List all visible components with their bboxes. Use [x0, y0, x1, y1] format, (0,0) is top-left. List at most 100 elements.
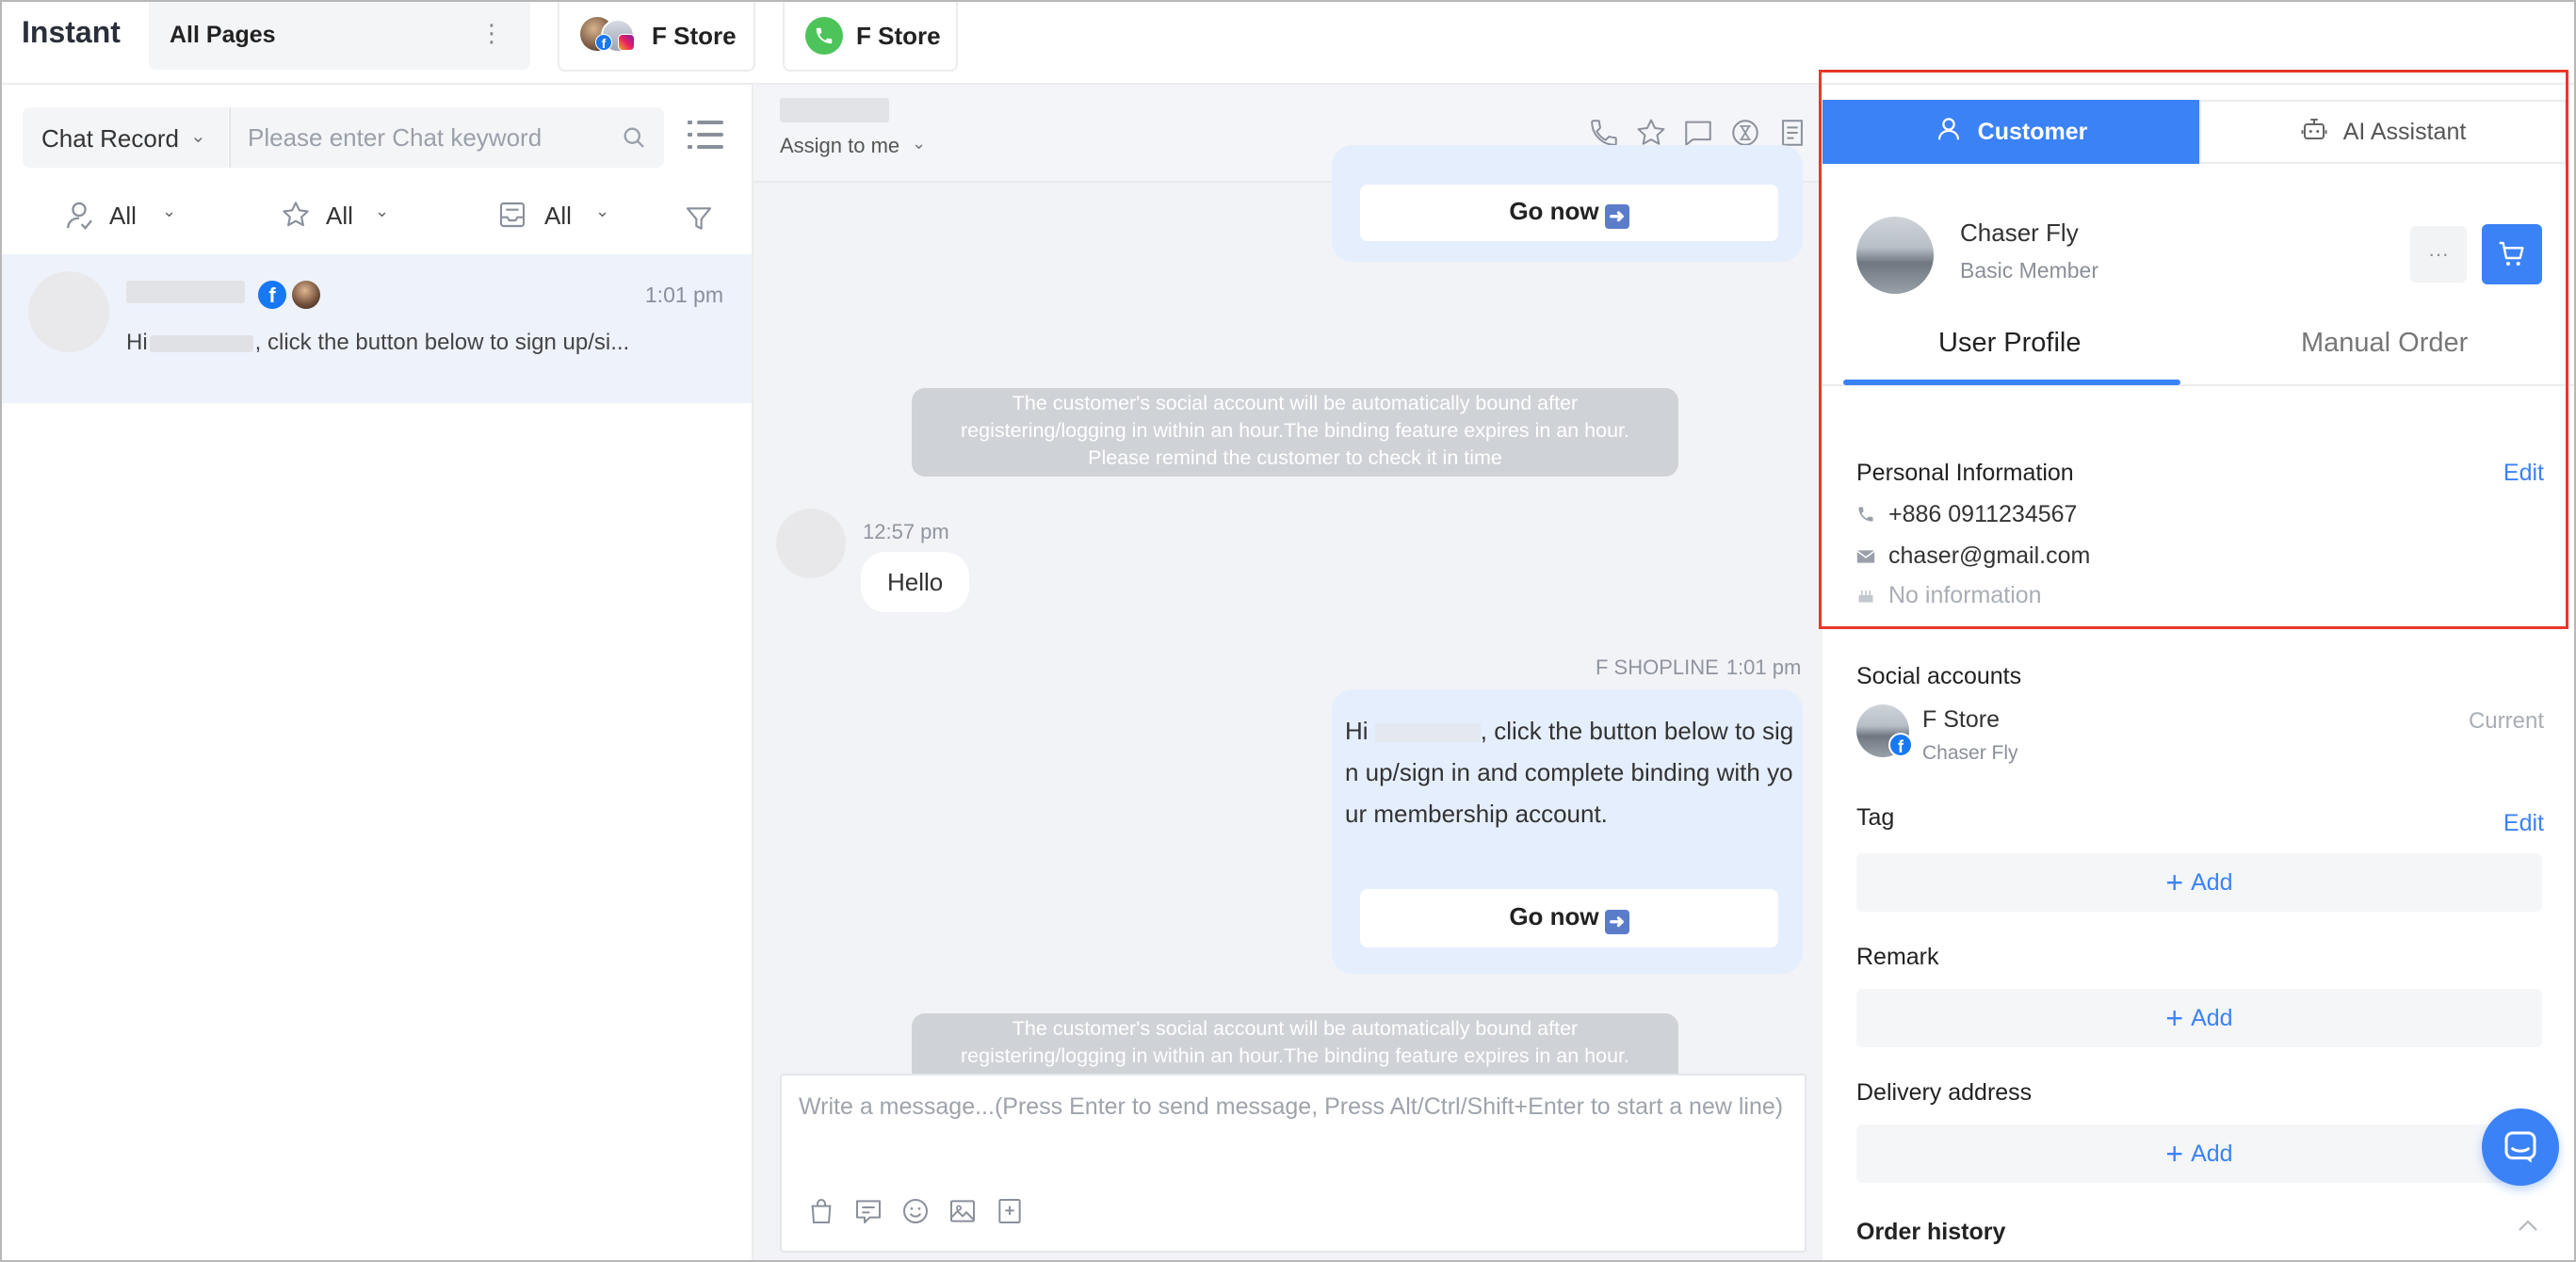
preview-suffix: , click the button below to sign up/si..…	[254, 330, 630, 355]
add-label: Add	[2191, 868, 2233, 896]
store-tab-label: F Store	[856, 22, 941, 50]
bookmark-icon[interactable]	[995, 1196, 1025, 1231]
phone-icon	[1856, 503, 1877, 530]
message-text: ur membership account.	[1345, 800, 1608, 828]
cart-button[interactable]	[2482, 224, 2542, 284]
tab-label: AI Assistant	[2342, 118, 2467, 145]
customer-details: Chaser Fly Basic Member ··· User Profile…	[1823, 183, 2574, 1260]
chat-support-button[interactable]	[2482, 1108, 2559, 1186]
system-note-line: registering/logging in within an hour.Th…	[961, 419, 1629, 442]
message-text: n up/sign in and complete binding with y…	[1345, 758, 1793, 786]
list-view-icon[interactable]	[688, 119, 723, 155]
bag-icon[interactable]	[806, 1196, 836, 1231]
social-account-name: Chaser Fly	[1922, 742, 2018, 764]
birthday-row: No information	[1856, 582, 2042, 611]
go-now-button[interactable]: Go now ➜	[1360, 889, 1778, 947]
customer-name-redacted	[126, 281, 245, 303]
more-vertical-icon[interactable]: ⋮	[479, 19, 504, 48]
plus-icon: +	[2165, 1136, 2184, 1171]
tab-customer[interactable]: Customer	[1823, 100, 2199, 164]
chevron-up-icon[interactable]	[2518, 1219, 2538, 1237]
inbox-icon	[497, 200, 527, 235]
search-icon[interactable]	[621, 124, 647, 155]
facebook-icon: f	[1888, 733, 1913, 757]
panel-tabs: Customer AI Assistant	[1823, 100, 2567, 164]
add-label: Add	[2191, 1004, 2233, 1031]
profile-subtabs: User Profile Manual Order	[1823, 315, 2574, 386]
conversation-sidebar: Chat Record ⌄ All ⌄ All	[2, 85, 753, 1260]
avatar	[1856, 217, 1934, 294]
image-icon[interactable]	[948, 1196, 978, 1231]
chevron-down-icon: ⌄	[162, 202, 177, 220]
system-note-line: The customer's social account will be au…	[1012, 1017, 1579, 1040]
page-selector[interactable]: All Pages ⋮	[149, 2, 530, 70]
chevron-down-icon[interactable]: ⌄	[912, 134, 926, 154]
section-heading: Delivery address	[1856, 1079, 2033, 1106]
membership-level: Basic Member	[1960, 258, 2098, 283]
store-tab-whatsapp[interactable]: F Store	[783, 2, 958, 72]
tab-user-profile[interactable]: User Profile	[1938, 328, 2082, 359]
email-value: chaser@gmail.com	[1888, 542, 2091, 569]
whatsapp-icon	[805, 17, 843, 55]
store-tab-label: F Store	[652, 22, 737, 50]
tab-manual-order[interactable]: Manual Order	[2301, 328, 2468, 359]
section-heading: Social accounts	[1856, 663, 2022, 689]
store-tab-facebook-instagram[interactable]: f F Store	[558, 2, 755, 72]
active-tab-indicator	[1843, 380, 2180, 385]
add-delivery-address-button[interactable]: + Add	[1856, 1124, 2542, 1183]
chevron-down-icon: ⌄	[595, 202, 610, 220]
message-composer	[780, 1074, 1806, 1253]
go-now-button[interactable]: Go now ➜	[1360, 185, 1778, 241]
user-icon	[1935, 115, 1963, 150]
add-tag-button[interactable]: + Add	[1856, 853, 2542, 912]
message-input[interactable]	[799, 1089, 1788, 1164]
outgoing-bubble: Hi , click the button below to sig n up/…	[1332, 689, 1803, 974]
quick-reply-icon[interactable]	[853, 1196, 883, 1231]
robot-icon	[2300, 115, 2328, 150]
chat-panel: Assign to me ⌄ Go now ➜ The customer's s…	[753, 85, 1823, 1260]
avatar	[28, 271, 109, 352]
funnel-icon[interactable]	[684, 203, 714, 238]
chat-keyword-search	[229, 107, 664, 168]
facebook-icon: f	[258, 281, 286, 309]
add-remark-button[interactable]: + Add	[1856, 989, 2542, 1047]
message-list: Go now ➜ The customer's social account wi…	[753, 145, 1823, 1153]
message-time: 1:01 pm	[1725, 655, 1802, 679]
instagram-icon	[618, 34, 635, 51]
outgoing-bubble: Go now ➜	[1332, 145, 1803, 262]
top-bar: Instant All Pages ⋮ f F Store F Store	[2, 2, 2574, 85]
message-text: , click the button below to sig	[1480, 717, 1794, 745]
search-input[interactable]	[248, 121, 606, 154]
go-now-label: Go now	[1509, 902, 1599, 930]
section-heading: Personal Information	[1856, 460, 2074, 486]
message-sender: F SHOPLINE 1:01 pm	[1596, 655, 1801, 680]
sender-name: F SHOPLINE	[1596, 655, 1719, 679]
phone-value: +886 0911234567	[1888, 501, 2078, 527]
chat-record-select[interactable]: Chat Record ⌄	[23, 107, 228, 168]
system-note-line: Please remind the customer to check it i…	[1088, 446, 1502, 469]
more-button[interactable]: ···	[2410, 226, 2467, 283]
conversation-time: 1:01 pm	[644, 283, 723, 307]
phone-row: +886 0911234567	[1856, 501, 2077, 530]
chat-record-label: Chat Record	[41, 124, 179, 153]
emoji-icon[interactable]	[900, 1196, 931, 1231]
filter-label: All	[326, 202, 353, 230]
page-selector-label: All Pages	[170, 22, 276, 48]
mail-icon	[1856, 544, 1877, 572]
incoming-bubble: Hello	[861, 552, 970, 612]
filter-bar: All ⌄ All ⌄ All ⌄	[2, 188, 753, 245]
assign-to-me-dropdown[interactable]: Assign to me	[780, 134, 899, 158]
section-heading: Remark	[1856, 944, 1939, 970]
edit-tag-link[interactable]: Edit	[2503, 810, 2544, 837]
user-icon	[64, 200, 94, 236]
avatar	[776, 509, 846, 578]
edit-personal-link[interactable]: Edit	[2503, 460, 2544, 487]
tab-ai-assistant[interactable]: AI Assistant	[2199, 100, 2567, 164]
star-icon	[281, 200, 311, 235]
customer-name: Chaser Fly	[1960, 218, 2079, 247]
plus-icon: +	[2165, 865, 2184, 899]
filter-label: All	[109, 202, 137, 230]
facebook-icon: f	[595, 34, 612, 51]
section-heading: Tag	[1856, 804, 1895, 831]
conversation-list-item[interactable]: f 1:01 pm Hi , click the button below to …	[2, 254, 752, 403]
